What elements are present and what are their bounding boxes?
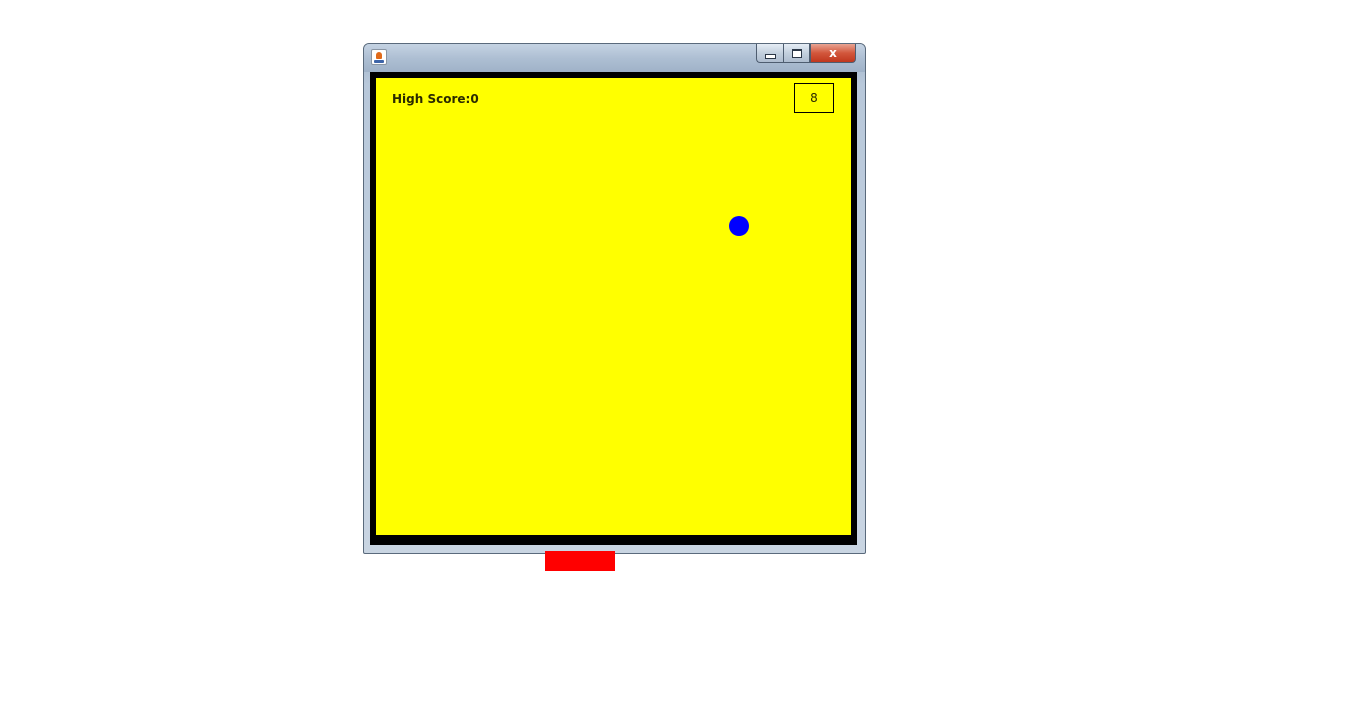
maximize-button[interactable] — [783, 44, 810, 63]
game-playfield[interactable]: High Score:0 8 — [376, 78, 851, 535]
current-score-value: 8 — [810, 91, 818, 105]
game-canvas-border: High Score:0 8 — [370, 72, 857, 571]
window-titlebar[interactable]: x — [364, 44, 865, 72]
maximize-icon — [791, 48, 802, 58]
high-score-label: High Score:0 — [392, 92, 479, 106]
close-button[interactable]: x — [810, 44, 856, 63]
window-controls: x — [756, 44, 856, 63]
game-window: x High Score:0 8 — [363, 43, 866, 571]
current-score-box: 8 — [794, 83, 834, 113]
ball — [729, 216, 749, 236]
minimize-icon — [764, 53, 776, 59]
close-icon: x — [829, 46, 837, 60]
paddle[interactable] — [545, 551, 615, 571]
minimize-button[interactable] — [756, 44, 783, 63]
java-app-icon[interactable] — [371, 49, 387, 65]
